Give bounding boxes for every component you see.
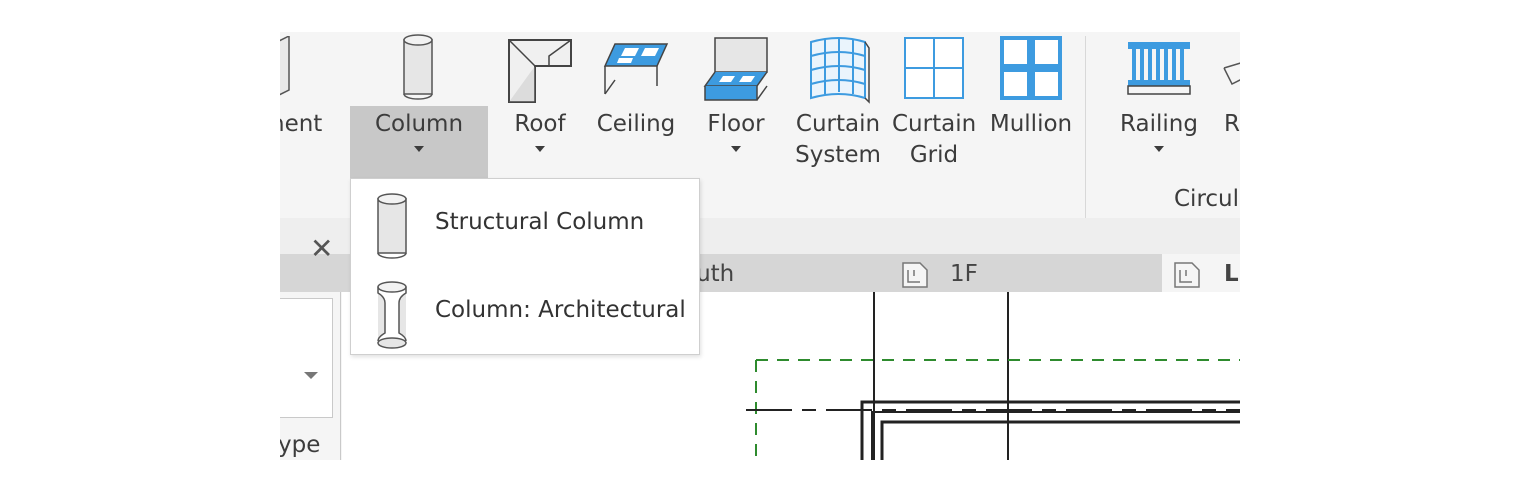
- partial-right-label: R: [1224, 111, 1240, 137]
- floor-label: Floor: [707, 111, 765, 137]
- curtain-system-icon: [810, 37, 870, 104]
- revit-window: nent Column Roof: [280, 32, 1240, 460]
- curtain-grid-label: Curtain Grid: [892, 111, 977, 168]
- column-label: Column: [374, 111, 464, 137]
- tab-active[interactable]: L: [1162, 254, 1240, 292]
- ceiling-label: Ceiling: [596, 111, 676, 137]
- roof-icon: [508, 39, 572, 103]
- column-icon: [403, 34, 433, 100]
- ramp-icon: [1223, 62, 1240, 86]
- railing-icon: [1127, 42, 1191, 95]
- tab-active-label: L: [1224, 261, 1239, 287]
- menu-item-structural-column[interactable]: Structural Column: [351, 183, 699, 263]
- curtain-system-label: Curtain System: [795, 111, 881, 168]
- properties-panel: ype: [280, 292, 341, 460]
- tab-1f[interactable]: 1F: [950, 261, 978, 287]
- floor-plan-view-icon: [1174, 262, 1200, 288]
- column-dropdown-menu: Structural Column Column: Architectural: [350, 178, 700, 355]
- roof-label: Roof: [514, 111, 566, 137]
- floor-plan-view-icon: [902, 262, 928, 288]
- ribbon-panel-separator: [1085, 36, 1086, 218]
- architectural-column-icon: [377, 281, 407, 349]
- mullion-label: Mullion: [989, 111, 1073, 137]
- menu-item-column-architectural[interactable]: Column: Architectural: [351, 271, 699, 351]
- type-label: ype: [280, 432, 321, 458]
- component-icon: [280, 36, 290, 96]
- ceiling-icon: [603, 43, 669, 95]
- type-selector[interactable]: [280, 298, 333, 418]
- chevron-down-icon: [731, 146, 741, 152]
- curtain-grid-icon: [904, 37, 964, 99]
- chevron-down-icon: [414, 146, 424, 152]
- menu-item-label: Structural Column: [435, 209, 645, 235]
- railing-label: Railing: [1120, 111, 1198, 137]
- menu-item-label: Column: Architectural: [435, 297, 686, 323]
- floor-icon: [703, 37, 768, 101]
- chevron-down-icon: [535, 146, 545, 152]
- chevron-down-icon: [1154, 146, 1164, 152]
- mullion-icon: [1000, 36, 1062, 100]
- structural-column-icon: [377, 193, 407, 259]
- circulation-panel-label: Circul: [1174, 186, 1240, 212]
- close-icon[interactable]: ✕: [310, 232, 333, 265]
- partial-left-label: nent: [280, 111, 323, 137]
- chevron-down-icon[interactable]: [304, 372, 318, 379]
